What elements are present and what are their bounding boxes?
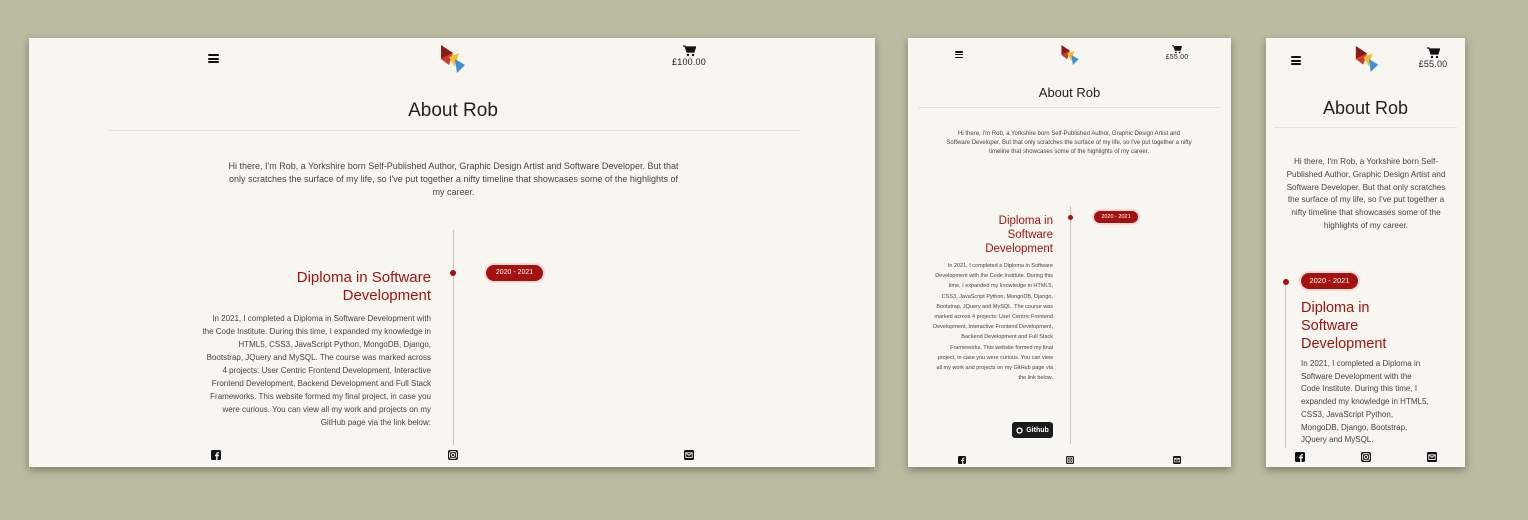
cart-total: £55.00: [1165, 54, 1189, 61]
facebook-icon[interactable]: [958, 456, 966, 464]
page-title: About Rob: [1322, 98, 1409, 118]
timeline-line: [1070, 206, 1071, 444]
shopping-cart-icon: [1172, 45, 1182, 54]
instagram-icon[interactable]: [1066, 456, 1074, 464]
hamburger-icon[interactable]: [955, 51, 963, 58]
timeline-heading: Diploma in Software Development: [296, 269, 431, 304]
facebook-icon[interactable]: [211, 450, 221, 460]
hamburger-icon[interactable]: [1291, 56, 1301, 65]
timeline-body: In 2021, I completed a Diploma in Softwa…: [202, 314, 431, 427]
title-divider: [918, 107, 1220, 108]
github-icon: [1016, 426, 1023, 434]
page-title: About Rob: [408, 100, 498, 121]
github-button[interactable]: Github: [1012, 422, 1053, 438]
timeline-line: [453, 230, 454, 445]
cart-total: £100.00: [672, 57, 706, 67]
site-logo[interactable]: [1060, 43, 1080, 67]
timeline-dot: [1283, 279, 1289, 285]
cart-total: £55.00: [1418, 59, 1448, 69]
cart-link[interactable]: £55.00: [1415, 47, 1451, 69]
cart-link[interactable]: £55.00: [1162, 45, 1192, 61]
github-label: Github: [1026, 426, 1049, 434]
envelope-icon[interactable]: [1427, 452, 1437, 462]
intro-text: Hi there, I'm Rob, a Yorkshire born Self…: [1286, 157, 1446, 230]
timeline-dot: [1068, 215, 1073, 220]
instagram-icon[interactable]: [1361, 452, 1371, 462]
date-badge: 2020 - 2021: [486, 265, 543, 281]
timeline-body: In 2021, I completed a Diploma in Softwa…: [1301, 359, 1429, 445]
envelope-icon[interactable]: [684, 450, 694, 460]
page-title: About Rob: [1038, 85, 1101, 100]
timeline-dot: [450, 270, 456, 276]
intro-text: Hi there, I'm Rob, a Yorkshire born Self…: [228, 161, 679, 197]
site-logo[interactable]: [1354, 44, 1380, 74]
facebook-icon[interactable]: [1295, 452, 1305, 462]
date-badge: 2020 - 2021: [1301, 273, 1358, 289]
mobile-preview: £55.00 About Rob Hi there, I'm Rob, a Yo…: [1266, 38, 1465, 467]
date-badge: 2020 - 2021: [1094, 211, 1138, 223]
title-divider: [1274, 127, 1457, 128]
hamburger-icon[interactable]: [208, 54, 219, 63]
timeline-heading: Diploma in Software Development: [1301, 300, 1387, 352]
instagram-icon[interactable]: [448, 450, 458, 460]
timeline-heading: Diploma in Software Development: [985, 215, 1053, 255]
timeline-line: [1285, 278, 1286, 448]
title-divider: [109, 130, 800, 131]
site-logo[interactable]: [439, 43, 467, 75]
shopping-cart-icon: [1426, 47, 1440, 59]
cart-link[interactable]: £100.00: [669, 45, 709, 67]
envelope-icon[interactable]: [1173, 456, 1181, 464]
intro-text: Hi there, I'm Rob, a Yorkshire born Self…: [946, 131, 1192, 155]
desktop-preview: £100.00 About Rob Hi there, I'm Rob, a Y…: [29, 38, 875, 467]
shopping-cart-icon: [682, 45, 696, 57]
timeline-body: In 2021, I completed a Diploma in Softwa…: [933, 263, 1053, 382]
tablet-preview: £55.00 About Rob Hi there, I'm Rob, a Yo…: [908, 38, 1231, 467]
